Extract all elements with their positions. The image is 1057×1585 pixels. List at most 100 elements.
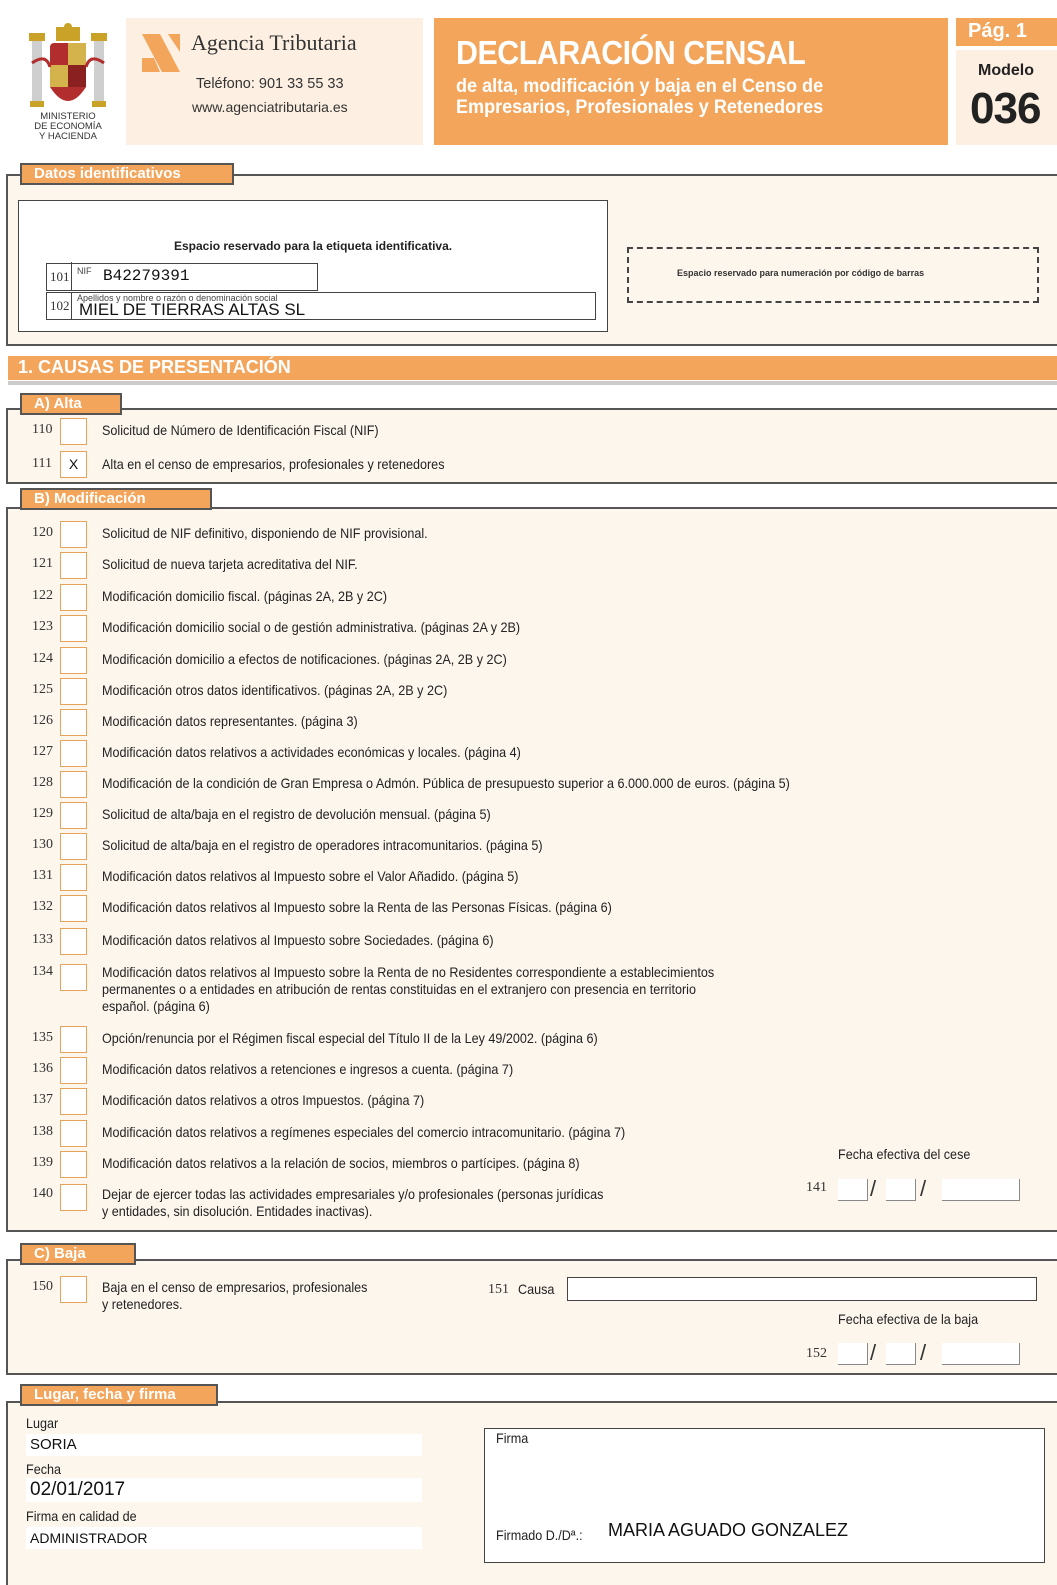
item-121-number: 121 — [32, 556, 53, 571]
item-111-checkbox[interactable]: X — [60, 451, 87, 478]
item-150-number: 150 — [32, 1279, 53, 1294]
item-127-label: Modificación datos relativos a actividad… — [102, 744, 521, 760]
item-132-checkbox[interactable] — [60, 895, 87, 922]
nif-caption: NIF — [77, 266, 92, 276]
item-124-number: 124 — [32, 651, 53, 666]
item-134-label-line-1: Modificación datos relativos al Impuesto… — [102, 964, 715, 980]
item-110-label: Solicitud de Número de Identificación Fi… — [102, 422, 379, 438]
alta-section — [6, 408, 1057, 484]
baja-tab: C) Baja — [20, 1243, 136, 1265]
item-135-number: 135 — [32, 1030, 53, 1045]
form-title: DECLARACIÓN CENSAL — [456, 34, 806, 71]
item-139-checkbox[interactable] — [60, 1151, 87, 1178]
item-137-label: Modificación datos relativos a otros Imp… — [102, 1092, 425, 1108]
item-122-label: Modificación domicilio fiscal. (páginas … — [102, 588, 388, 604]
nif-field[interactable]: 101 NIF B42279391 — [46, 262, 318, 291]
cese-month-input[interactable] — [886, 1179, 916, 1201]
item-121-label: Solicitud de nueva tarjeta acreditativa … — [102, 556, 358, 572]
firmado-value: MARIA AGUADO GONZALEZ — [608, 1520, 849, 1540]
item-111-label: Alta en el censo de empresarios, profesi… — [102, 456, 445, 472]
baja-day-input[interactable] — [838, 1343, 868, 1365]
company-name-field[interactable]: 102 Apellidos y nombre o razón o denomin… — [46, 292, 596, 320]
item-122-checkbox[interactable] — [60, 584, 87, 611]
item-133-checkbox[interactable] — [60, 928, 87, 955]
item-133-number: 133 — [32, 932, 53, 947]
item-131-label: Modificación datos relativos al Impuesto… — [102, 868, 519, 884]
item-150-label-line-2: y retenedores. — [102, 1296, 183, 1312]
identification-tab: Datos identificativos — [20, 163, 234, 185]
cese-date-caption: Fecha efectiva del cese — [838, 1146, 971, 1162]
item-140-label-line-1: Dejar de ejercer todas las actividades e… — [102, 1186, 604, 1202]
item-134-label-line-2: permanentes o a entidades en atribución … — [102, 981, 696, 997]
modelo-number: 036 — [970, 84, 1041, 133]
item-124-checkbox[interactable] — [60, 647, 87, 674]
reserved-label-caption: Espacio reservado para la etiqueta ident… — [174, 239, 453, 253]
baja-date-number: 152 — [806, 1346, 827, 1361]
nif-number: 101 — [50, 269, 70, 284]
fecha-input[interactable]: 02/01/2017 — [26, 1478, 422, 1502]
baja-year-input[interactable] — [942, 1343, 1020, 1365]
item-135-checkbox[interactable] — [60, 1026, 87, 1053]
item-136-number: 136 — [32, 1061, 53, 1076]
cese-day-input[interactable] — [838, 1179, 868, 1201]
item-121-checkbox[interactable] — [60, 552, 87, 579]
item-120-checkbox[interactable] — [60, 521, 87, 548]
item-135-label: Opción/renuncia por el Régimen fiscal es… — [102, 1030, 598, 1046]
item-138-checkbox[interactable] — [60, 1120, 87, 1147]
item-132-label: Modificación datos relativos al Impuesto… — [102, 899, 612, 915]
item-140-checkbox[interactable] — [60, 1184, 87, 1211]
item-128-label: Modificación de la condición de Gran Emp… — [102, 775, 790, 791]
item-127-number: 127 — [32, 744, 53, 759]
item-129-checkbox[interactable] — [60, 802, 87, 829]
alta-tab: A) Alta — [20, 393, 122, 415]
item-130-checkbox[interactable] — [60, 833, 87, 860]
causa-input[interactable] — [567, 1277, 1037, 1301]
cese-date-separator-2: / — [920, 1176, 927, 1201]
calidad-input[interactable]: ADMINISTRADOR — [26, 1527, 422, 1549]
ministry-line-3: Y HACIENDA — [39, 131, 97, 142]
lugar-label: Lugar — [26, 1415, 59, 1431]
firma-label: Firma — [496, 1430, 529, 1446]
page-number: Pág. 1 — [968, 20, 1027, 42]
form-subtitle: de alta, modificación y baja en el Censo… — [456, 76, 824, 118]
item-120-label: Solicitud de NIF definitivo, disponiendo… — [102, 525, 428, 541]
item-129-number: 129 — [32, 806, 53, 821]
cese-year-input[interactable] — [942, 1179, 1020, 1201]
signature-tab: Lugar, fecha y firma — [20, 1384, 218, 1406]
item-126-checkbox[interactable] — [60, 709, 87, 736]
item-137-number: 137 — [32, 1092, 53, 1107]
barcode-caption: Espacio reservado para numeración por có… — [677, 268, 925, 278]
item-134-label-line-3: español. (página 6) — [102, 998, 210, 1014]
company-name-number: 102 — [50, 298, 70, 313]
baja-month-input[interactable] — [886, 1343, 916, 1365]
item-138-label: Modificación datos relativos a regímenes… — [102, 1124, 626, 1140]
item-110-number: 110 — [32, 422, 53, 437]
modelo-label: Modelo — [978, 62, 1034, 79]
item-132-number: 132 — [32, 899, 53, 914]
lugar-input[interactable]: SORIA — [26, 1434, 422, 1456]
cese-date-separator-1: / — [870, 1176, 877, 1201]
item-128-checkbox[interactable] — [60, 771, 87, 798]
fecha-label: Fecha — [26, 1461, 62, 1477]
item-134-number: 134 — [32, 964, 53, 979]
item-131-checkbox[interactable] — [60, 864, 87, 891]
item-110-checkbox[interactable] — [60, 418, 87, 445]
item-150-checkbox[interactable] — [60, 1276, 87, 1303]
item-136-checkbox[interactable] — [60, 1057, 87, 1084]
section-1-title: 1. CAUSAS DE PRESENTACIÓN — [18, 357, 291, 377]
item-125-checkbox[interactable] — [60, 678, 87, 705]
item-127-checkbox[interactable] — [60, 740, 87, 767]
agencia-tributaria-logo-icon — [142, 34, 180, 72]
item-123-checkbox[interactable] — [60, 615, 87, 642]
firmado-label: Firmado D./Dª.: — [496, 1527, 583, 1543]
item-128-number: 128 — [32, 775, 53, 790]
item-130-number: 130 — [32, 837, 53, 852]
item-134-checkbox[interactable] — [60, 964, 87, 991]
item-124-label: Modificación domicilio a efectos de noti… — [102, 651, 507, 667]
nif-divider — [71, 262, 72, 290]
causa-label: Causa — [518, 1281, 555, 1297]
item-137-checkbox[interactable] — [60, 1088, 87, 1115]
cese-date-number: 141 — [806, 1180, 827, 1195]
item-150-label-line-1: Baja en el censo de empresarios, profesi… — [102, 1279, 368, 1295]
baja-date-caption: Fecha efectiva de la baja — [838, 1311, 979, 1327]
